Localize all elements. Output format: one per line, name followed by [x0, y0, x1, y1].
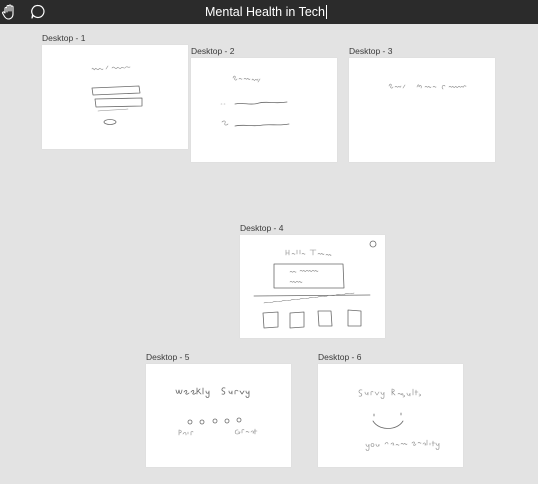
- design-canvas[interactable]: Desktop - 1 Desktop - 2 Desktop - 3 Desk…: [0, 24, 538, 484]
- top-toolbar: Mental Health in Tech: [0, 0, 538, 24]
- frame-label-desktop-5[interactable]: Desktop - 5: [146, 352, 189, 362]
- frame-label-desktop-2[interactable]: Desktop - 2: [191, 46, 234, 56]
- text-cursor: [325, 5, 327, 19]
- frame-label-desktop-4[interactable]: Desktop - 4: [240, 223, 283, 233]
- sketch-weekly-survey: [175, 387, 258, 436]
- sketch-login-signup: [91, 65, 143, 125]
- document-title[interactable]: Mental Health in Tech: [205, 2, 327, 22]
- sketch-survey: [220, 75, 290, 127]
- comment-icon[interactable]: [28, 2, 48, 22]
- frame-label-desktop-1[interactable]: Desktop - 1: [42, 33, 85, 43]
- frame-desktop-3[interactable]: [349, 58, 495, 162]
- frame-desktop-5[interactable]: [146, 364, 291, 467]
- sketch-survey-rate-comparison: [388, 83, 467, 90]
- sketch-home-dashboard: [253, 240, 377, 329]
- hand-icon[interactable]: [0, 2, 20, 22]
- frame-label-desktop-6[interactable]: Desktop - 6: [318, 352, 361, 362]
- frame-desktop-6[interactable]: [318, 364, 463, 467]
- frame-desktop-2[interactable]: [191, 58, 337, 162]
- frame-desktop-1[interactable]: [42, 45, 188, 149]
- frame-label-desktop-3[interactable]: Desktop - 3: [349, 46, 392, 56]
- sketch-survey-results: [358, 388, 440, 451]
- frame-desktop-4[interactable]: [240, 235, 385, 338]
- document-title-text[interactable]: Mental Health in Tech: [205, 5, 325, 19]
